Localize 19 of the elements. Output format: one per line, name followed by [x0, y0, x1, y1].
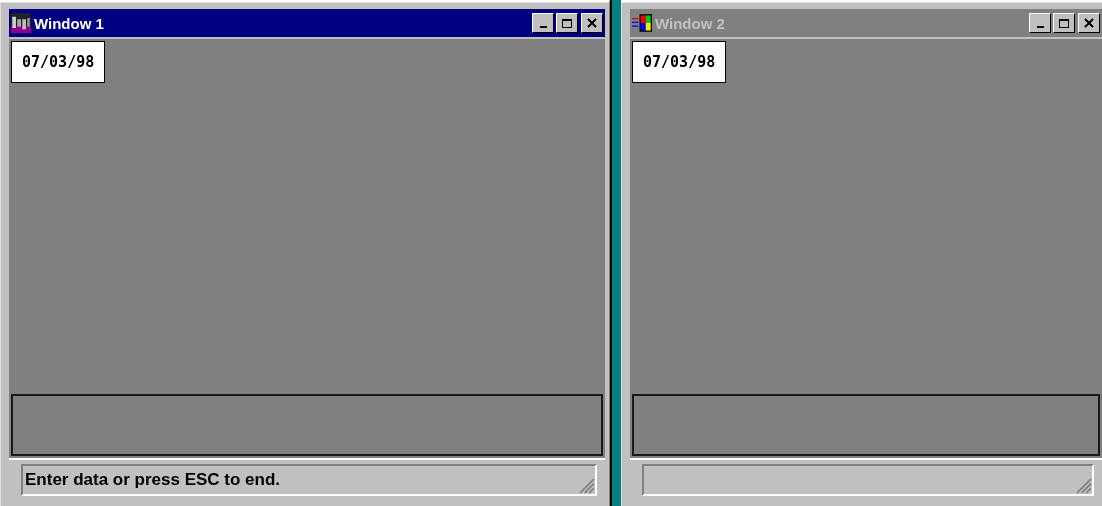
maximize-icon	[561, 18, 573, 28]
maximize-icon	[1058, 18, 1070, 28]
window-title: Window 1	[34, 14, 104, 32]
flag-icon	[632, 13, 652, 33]
maximize-button[interactable]	[1053, 13, 1075, 33]
close-icon	[1083, 18, 1095, 28]
minimize-icon	[1036, 25, 1044, 28]
status-text: Enter data or press ESC to end.	[25, 470, 281, 490]
close-icon	[586, 18, 598, 28]
minimize-button[interactable]	[532, 13, 554, 33]
close-button[interactable]	[581, 13, 603, 33]
window-title: Window 2	[655, 14, 725, 32]
app-icon	[11, 13, 31, 33]
close-button[interactable]	[1078, 13, 1100, 33]
date-label: 07/03/98	[632, 41, 727, 83]
minimize-button[interactable]	[1029, 13, 1051, 33]
minimize-icon	[539, 25, 547, 28]
maximize-button[interactable]	[556, 13, 578, 33]
date-label: 07/03/98	[11, 41, 106, 83]
